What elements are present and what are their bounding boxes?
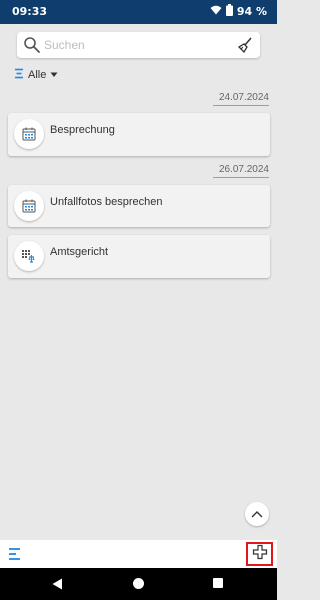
wifi-icon [210,5,222,18]
calendar-icon [14,191,44,221]
list-item[interactable]: Amtsgericht [8,235,270,278]
back-icon[interactable] [52,577,63,595]
court-calendar-icon [14,241,44,271]
status-time: 09:33 [12,5,48,18]
list-item-title: Unfallfotos besprechen [50,196,163,208]
list-item-title: Besprechung [50,124,115,136]
filter-icon [14,68,24,82]
broom-icon[interactable] [236,36,254,59]
scroll-up-button[interactable] [245,502,269,526]
search-bar[interactable]: Suchen [17,32,260,58]
date-header: 24.07.2024 [213,92,269,106]
system-nav-bar [0,568,277,600]
date-header: 26.07.2024 [213,164,269,178]
search-icon [23,36,41,59]
filter-label: Alle [28,69,47,81]
recent-apps-icon[interactable] [213,578,223,588]
menu-icon[interactable] [8,547,22,566]
caret-down-icon [50,69,58,81]
search-input[interactable]: Suchen [44,38,85,52]
battery-percent: 94 % [236,5,267,18]
status-bar: 09:33 94 % [0,0,277,24]
list-item[interactable]: Unfallfotos besprechen [8,185,270,227]
battery-icon [225,4,233,19]
add-button[interactable] [246,542,273,566]
calendar-icon [14,119,44,149]
plus-icon [252,544,268,565]
chevron-up-icon [251,505,263,523]
filter-dropdown[interactable]: Alle [14,68,58,82]
status-icons: 94 % [210,4,267,19]
bottom-bar [0,540,277,568]
list-item[interactable]: Besprechung [8,113,270,156]
home-icon[interactable] [133,578,144,589]
list-item-title: Amtsgericht [50,246,109,258]
